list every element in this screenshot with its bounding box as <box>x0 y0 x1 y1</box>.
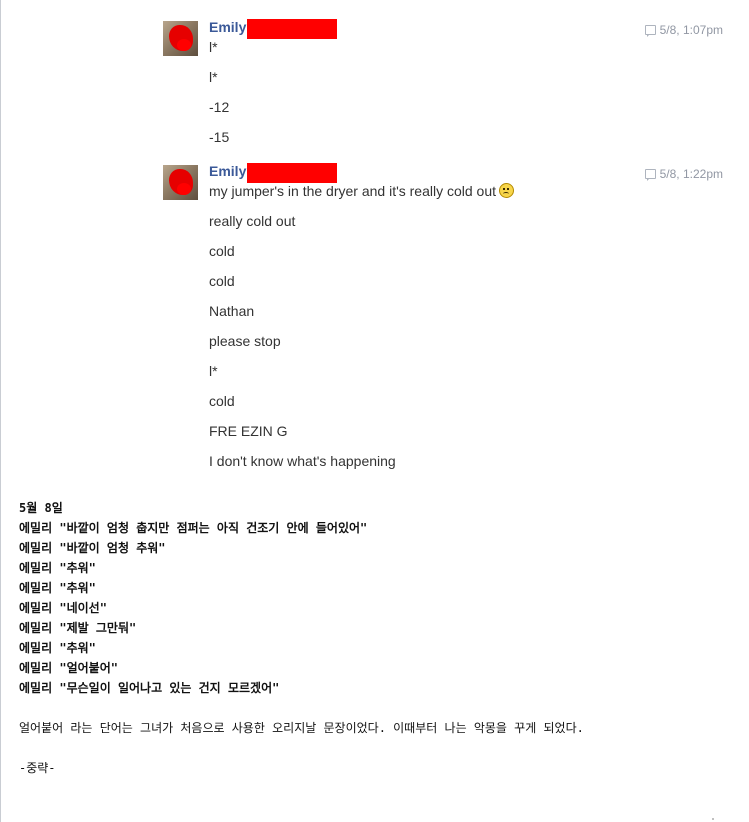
message-line: I don't know what's happening <box>209 453 396 469</box>
message-line: cold <box>209 273 235 289</box>
message-line: really cold out <box>209 213 296 229</box>
chat-bubble-icon <box>644 169 656 181</box>
message-line: -15 <box>209 129 230 145</box>
message-line: cold <box>209 393 235 409</box>
commentary-paragraph: 얼어붙어 라는 단어는 그녀가 처음으로 사용한 오리지날 문장이었다. 이때부… <box>19 721 584 735</box>
name-redaction <box>247 19 337 39</box>
message-timestamp[interactable]: 5/8, 1:07pm <box>644 23 723 37</box>
translated-quote: 에밀리 "얼어붙어" <box>19 661 118 675</box>
message-line: please stop <box>209 333 281 349</box>
translated-quote: 에밀리 "네이선" <box>19 601 107 615</box>
translated-quote: 에밀리 "바깥이 엄청 춥지만 점퍼는 아직 건조기 안에 들어있어" <box>19 521 368 535</box>
message-lines: my jumper's in the dryer and it's really… <box>209 181 515 481</box>
message-line-text: my jumper's in the dryer and it's really… <box>209 183 497 199</box>
name-redaction <box>247 163 337 183</box>
avatar-redaction-2 <box>177 39 191 51</box>
translated-quote: 에밀리 "바깥이 엄청 추워" <box>19 541 166 555</box>
message-line: FRE EZIN G <box>209 423 288 439</box>
sender-name[interactable]: Emily <box>209 19 246 35</box>
message-timestamp[interactable]: 5/8, 1:22pm <box>644 167 723 181</box>
translated-quote: 에밀리 "무슨일이 일어나고 있는 건지 모르겠어" <box>19 681 280 695</box>
message-line: l* <box>209 39 218 55</box>
avatar-redaction-2 <box>177 183 191 195</box>
message-line: cold <box>209 243 235 259</box>
translated-quote: 에밀리 "제발 그만둬" <box>19 621 137 635</box>
page-border-left <box>0 0 1 822</box>
sender-name[interactable]: Emily <box>209 163 246 179</box>
message-group-2: Emily 5/8, 1:22pm my jumper's in the dry… <box>163 163 723 475</box>
scroll-marker <box>712 818 714 820</box>
translated-quote: 에밀리 "추워" <box>19 561 96 575</box>
message-line: l* <box>209 69 218 85</box>
message-line: my jumper's in the dryer and it's really… <box>209 181 515 211</box>
omitted-marker: -중략- <box>19 761 56 775</box>
avatar[interactable] <box>163 165 198 200</box>
translated-quote: 에밀리 "추워" <box>19 581 96 595</box>
timestamp-text: 5/8, 1:07pm <box>659 23 723 37</box>
chat-bubble-icon <box>644 25 656 37</box>
timestamp-text: 5/8, 1:22pm <box>659 167 723 181</box>
message-group-1: Emily 5/8, 1:07pm l* l* -12 -15 <box>163 19 723 161</box>
translation-block: 5월 8일 에밀리 "바깥이 엄청 춥지만 점퍼는 아직 건조기 안에 들어있어… <box>19 499 719 779</box>
avatar[interactable] <box>163 21 198 56</box>
message-line: -12 <box>209 99 230 115</box>
message-line: Nathan <box>209 303 255 319</box>
message-line: l* <box>209 363 218 379</box>
frown-emoji-icon <box>499 183 515 198</box>
translated-quote: 에밀리 "추워" <box>19 641 96 655</box>
message-lines: l* l* -12 -15 <box>209 37 229 157</box>
translation-date: 5월 8일 <box>19 501 63 515</box>
